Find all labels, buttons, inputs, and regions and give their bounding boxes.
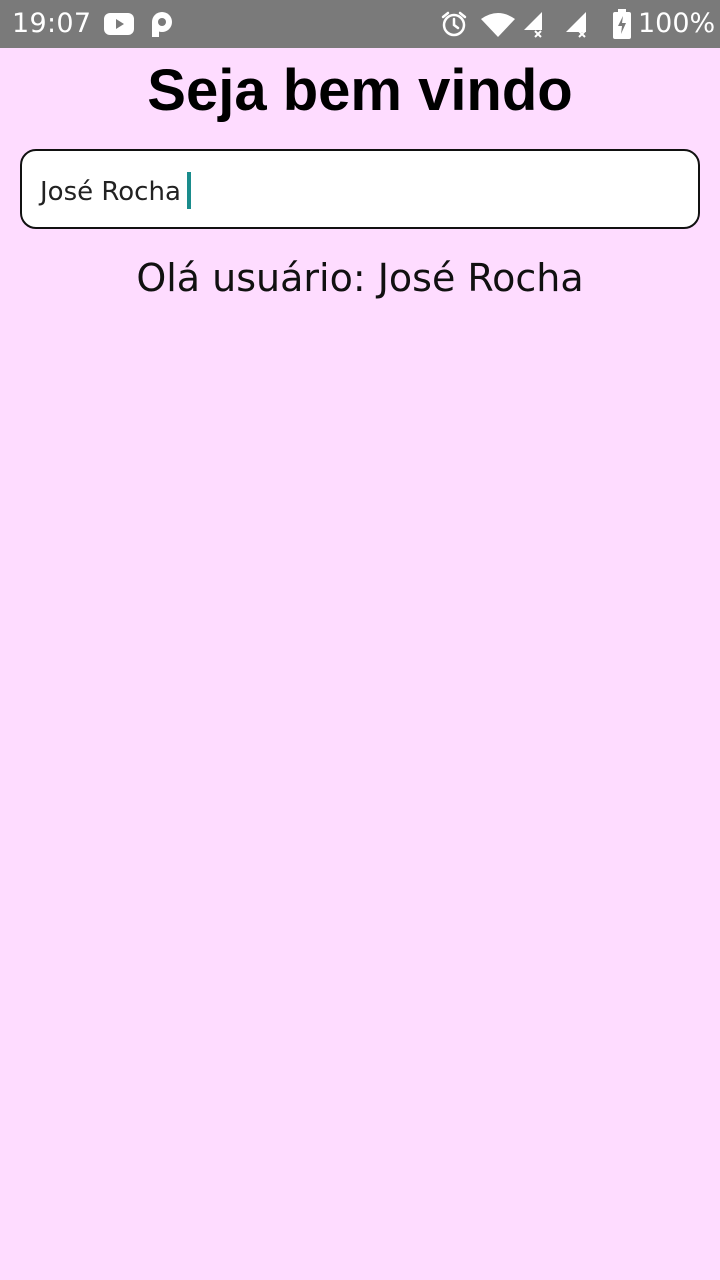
- battery-icon: [613, 9, 631, 39]
- p-notification-icon: [152, 12, 172, 37]
- name-input-text: José Rocha: [40, 177, 181, 207]
- status-time: 19:07: [12, 8, 92, 39]
- signal-icon-2: [566, 12, 586, 38]
- battery-percent: 100%: [638, 8, 716, 39]
- text-caret: [186, 172, 191, 209]
- greeting-text: Olá usuário: José Rocha: [136, 256, 584, 300]
- status-bar: 19:07 100%: [0, 0, 720, 48]
- page-title: Seja bem vindo: [147, 58, 573, 123]
- alarm-icon: [441, 11, 467, 37]
- app-screen: Seja bem vindo José Rocha Olá usuário: J…: [0, 48, 720, 1280]
- youtube-icon: [104, 13, 134, 35]
- name-input-value[interactable]: José Rocha: [40, 172, 191, 210]
- wifi-icon: [481, 13, 515, 37]
- name-input[interactable]: José Rocha: [20, 149, 700, 229]
- signal-icon: [524, 12, 542, 38]
